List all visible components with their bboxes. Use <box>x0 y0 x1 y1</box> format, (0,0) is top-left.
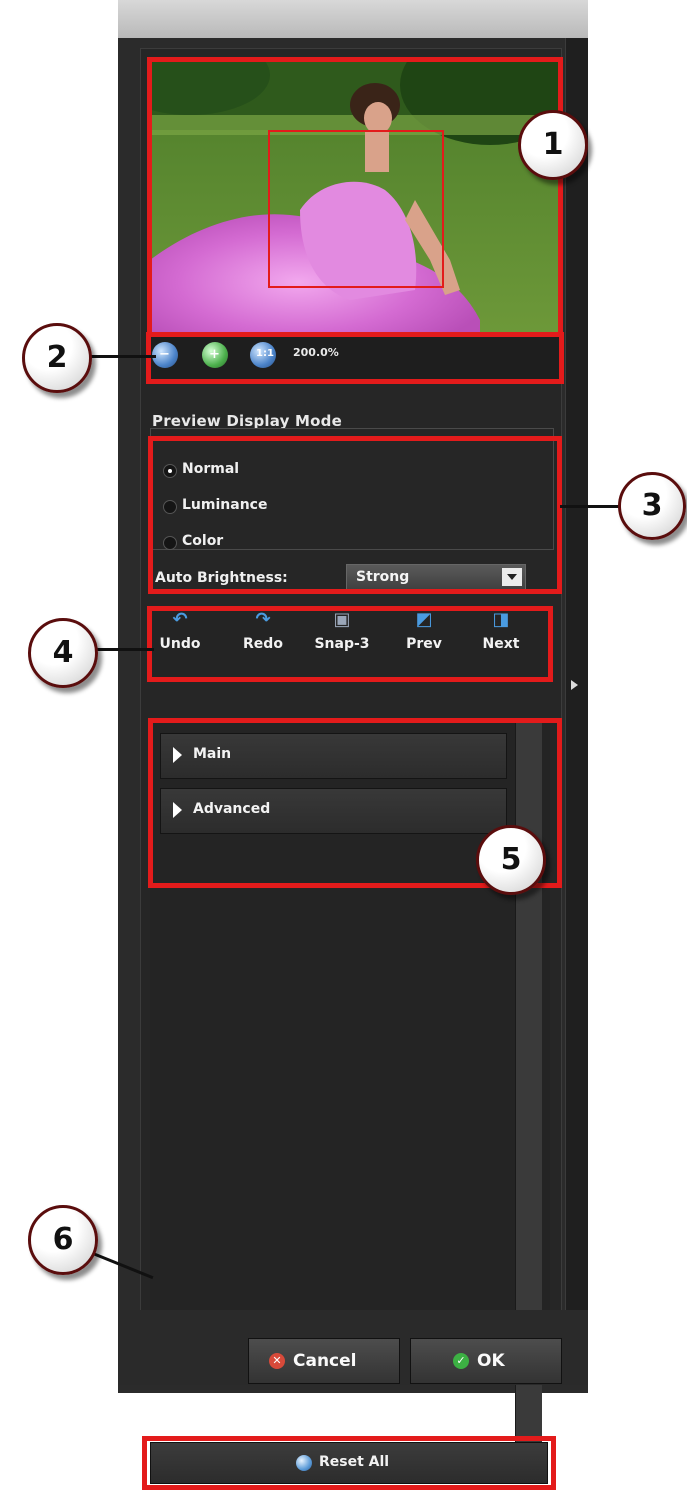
cancel-label: Cancel <box>293 1351 357 1371</box>
ok-label: OK <box>477 1351 505 1371</box>
callout-3: 3 <box>618 472 686 540</box>
ok-button[interactable]: ✓ OK <box>410 1338 562 1384</box>
callout-2-leader <box>90 355 156 358</box>
collapse-rail[interactable] <box>565 38 588 1318</box>
cancel-button[interactable]: ✕ Cancel <box>248 1338 400 1384</box>
check-icon: ✓ <box>453 1353 469 1369</box>
expand-arrow-icon[interactable] <box>571 680 578 690</box>
cancel-icon: ✕ <box>269 1353 285 1369</box>
panel-title-bar <box>118 0 588 38</box>
highlight-box-6 <box>142 1436 556 1490</box>
highlight-box-3 <box>148 436 562 594</box>
callout-6: 6 <box>28 1205 98 1275</box>
highlight-box-4 <box>147 606 553 682</box>
callout-5: 5 <box>476 825 546 895</box>
callout-2: 2 <box>22 323 92 393</box>
callout-4: 4 <box>28 618 98 688</box>
callout-4-leader <box>90 648 154 651</box>
highlight-box-2 <box>146 332 564 384</box>
callout-3-leader <box>560 505 624 508</box>
highlight-box-1 <box>147 57 563 354</box>
callout-1: 1 <box>518 110 588 180</box>
